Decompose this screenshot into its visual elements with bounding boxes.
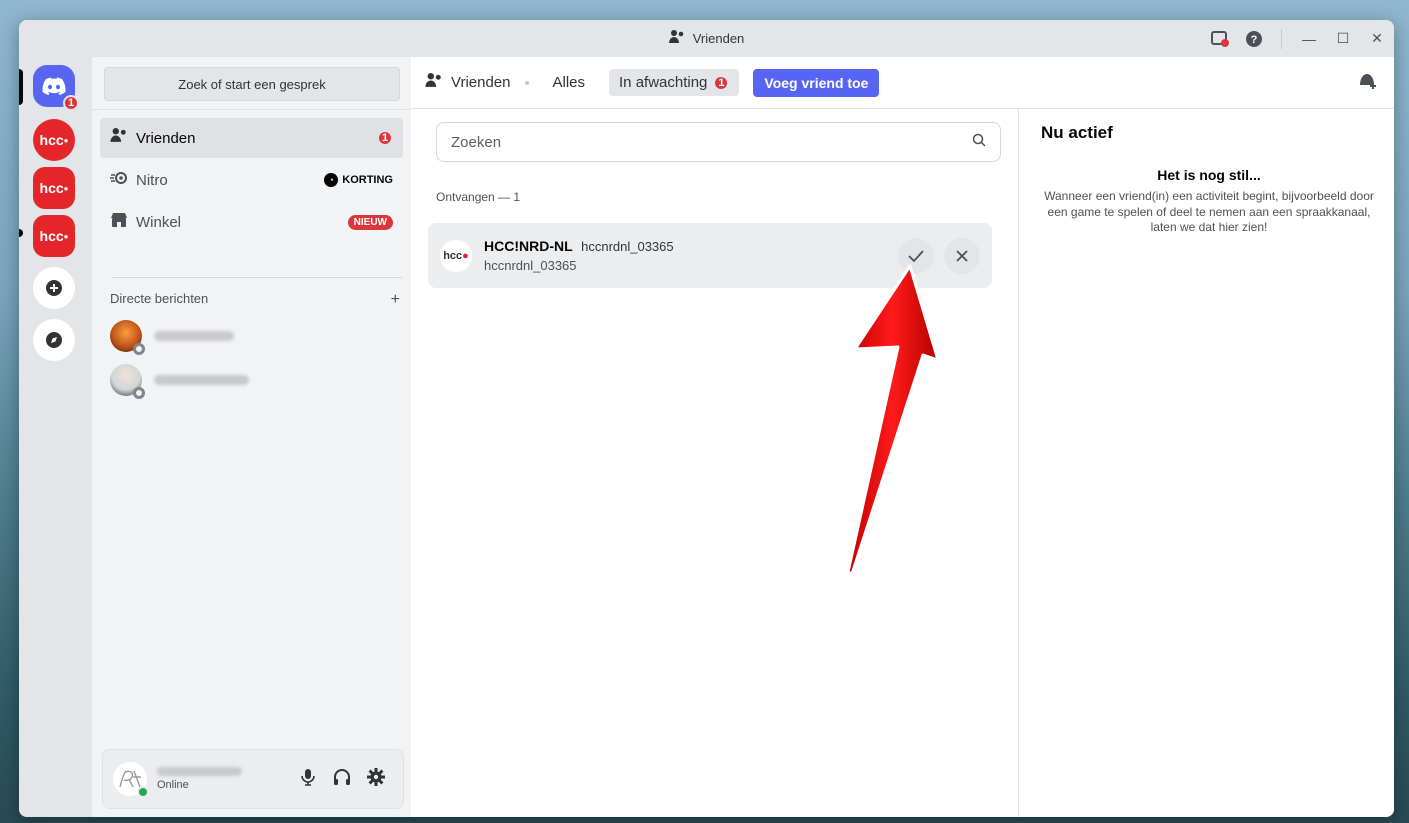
sidebar-item-shop[interactable]: Winkel NIEUW — [100, 202, 403, 242]
request-username: hccnrdnl_03365 — [581, 239, 674, 254]
user-panel: Online — [102, 749, 404, 809]
discount-badge: ◔ KORTING — [324, 173, 393, 187]
dm-sidebar: Zoek of start een gesprek Vrienden 1 Nit… — [91, 57, 412, 817]
user-info[interactable]: Online — [157, 767, 291, 791]
divider — [524, 80, 529, 85]
close-icon — [956, 249, 968, 262]
server-hcc-drones[interactable]: hcc ● — [33, 167, 75, 209]
server-list: 1 hcc ● hcc ● hcc ● — [19, 57, 91, 817]
friends-icon — [425, 73, 443, 92]
maximize-button[interactable]: ☐ — [1326, 20, 1360, 57]
window-title: Vrienden — [668, 30, 744, 47]
discord-window: Vrienden ? — ☐ ✕ 1 hcc ● hcc ● hcc ● Zoe… — [19, 20, 1394, 817]
hcc-logo: hcc● — [443, 249, 469, 262]
dm-item[interactable] — [100, 315, 403, 357]
notification-badge: 1 — [377, 130, 393, 146]
selected-indicator — [19, 69, 23, 105]
username-redacted — [157, 767, 242, 776]
server-hcc-3[interactable]: hcc ● — [33, 215, 75, 257]
page-title: Vrienden — [425, 73, 511, 92]
request-display-name: HCC!NRD-NL — [484, 238, 573, 254]
home-button[interactable]: 1 — [33, 65, 79, 111]
user-status: Online — [157, 779, 189, 791]
active-now-panel: Nu actief Het is nog stil... Wanneer een… — [1018, 109, 1394, 817]
new-badge: NIEUW — [347, 214, 393, 230]
checkmark-icon — [908, 249, 924, 262]
dm-header: Directe berichten + — [110, 291, 400, 309]
headphones-icon[interactable] — [325, 768, 359, 791]
dm-item[interactable] — [100, 359, 403, 401]
avatar: hcc● — [440, 239, 472, 272]
clock-icon: ◔ — [324, 173, 339, 187]
discord-icon — [42, 77, 66, 95]
title-bar: Vrienden ? — ☐ ✕ — [19, 20, 1394, 57]
status-offline-indicator — [133, 343, 145, 355]
settings-gear-icon[interactable] — [359, 767, 393, 791]
sidebar-item-label: Vrienden — [136, 129, 196, 147]
tab-all[interactable]: Alles — [543, 69, 596, 96]
empty-body: Wanneer een vriend(in) een activiteit be… — [1044, 189, 1374, 235]
friends-icon — [110, 128, 136, 148]
create-dm-button[interactable]: + — [391, 291, 400, 309]
sidebar-item-friends[interactable]: Vrienden 1 — [100, 118, 403, 158]
sidebar-item-label: Nitro — [136, 171, 168, 189]
tab-pending[interactable]: In afwachting 1 — [609, 69, 740, 96]
search-icon — [972, 133, 986, 151]
discover-button[interactable] — [33, 319, 75, 361]
search-conversation-button[interactable]: Zoek of start een gesprek — [104, 67, 400, 101]
add-server-button[interactable] — [33, 267, 75, 309]
annotation-arrow — [846, 264, 940, 576]
compass-icon — [46, 332, 62, 348]
close-button[interactable]: ✕ — [1360, 20, 1394, 57]
minimize-button[interactable]: — — [1292, 20, 1326, 57]
user-avatar[interactable] — [113, 762, 149, 798]
empty-heading: Het is nog stil... — [1157, 167, 1261, 183]
search-input[interactable]: Zoeken — [436, 122, 1001, 162]
microphone-icon[interactable] — [291, 768, 325, 791]
new-group-dm-icon[interactable] — [1358, 71, 1378, 94]
status-online-indicator — [137, 786, 149, 798]
avatar — [110, 364, 145, 399]
request-info: HCC!NRD-NL hccnrdnl_03365 hccnrdnl_03365 — [484, 238, 888, 273]
notification-badge: 1 — [63, 95, 79, 111]
server-hcc-1[interactable]: hcc ● — [33, 119, 75, 161]
avatar — [110, 320, 145, 355]
unread-indicator — [19, 229, 23, 237]
svg-text:?: ? — [1251, 34, 1258, 46]
inbox-icon[interactable] — [1203, 20, 1237, 57]
notification-badge: 1 — [713, 74, 730, 91]
sidebar-item-label: Winkel — [136, 213, 182, 231]
dm-name-redacted — [154, 331, 234, 341]
divider — [1281, 28, 1282, 49]
help-icon[interactable]: ? — [1237, 20, 1271, 57]
status-offline-indicator — [133, 387, 145, 399]
friends-header: Vrienden Alles In afwachting 1 Voeg vrie… — [411, 57, 1394, 109]
divider — [92, 109, 412, 110]
friends-icon — [668, 30, 685, 47]
dm-name-redacted — [154, 375, 249, 385]
request-subtext: hccnrdnl_03365 — [484, 258, 577, 273]
divider — [112, 277, 402, 278]
plus-circle-icon — [46, 280, 62, 296]
nitro-icon — [110, 171, 136, 190]
shop-icon — [110, 212, 136, 233]
sidebar-item-nitro[interactable]: Nitro ◔ KORTING — [100, 160, 403, 200]
add-friend-button[interactable]: Voeg vriend toe — [753, 68, 880, 97]
active-now-empty: Het is nog stil... Wanneer een vriend(in… — [1039, 167, 1379, 236]
section-received: Ontvangen — 1 — [436, 190, 521, 204]
active-now-title: Nu actief — [1041, 123, 1113, 142]
